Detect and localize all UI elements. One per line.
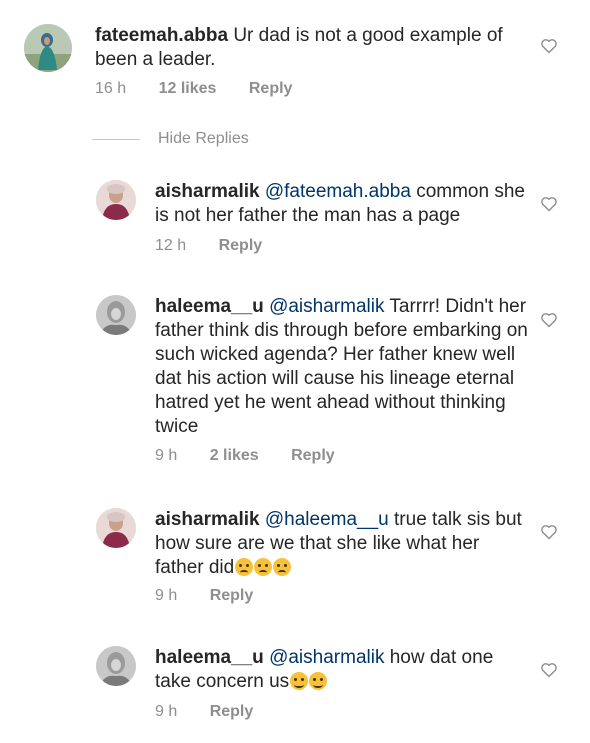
heart-outline-icon[interactable]	[540, 196, 558, 212]
comment-body: aisharmalik @haleema__u true talk sis bu…	[155, 508, 525, 580]
heart-outline-icon[interactable]	[540, 38, 558, 54]
heart-outline-icon[interactable]	[540, 524, 558, 540]
comment-mention[interactable]: @aisharmalik	[269, 647, 384, 668]
reply-button[interactable]: Reply	[219, 237, 263, 254]
reply-aisharmalik-2: aisharmalik @haleema__u true talk sis bu…	[0, 498, 590, 618]
comment-meta: 9 h 2 likes Reply	[155, 447, 363, 465]
crying-face-emoji-icon	[235, 558, 254, 576]
comment-meta: 9 h Reply	[155, 703, 281, 721]
avatar[interactable]	[96, 180, 136, 220]
comment-username[interactable]: fateemah.abba	[95, 25, 228, 46]
comment-username[interactable]: haleema__u	[155, 647, 264, 668]
comment-body: haleema__u @aisharmalik how dat one take…	[155, 646, 525, 694]
reply-haleema-2: haleema__u @aisharmalik how dat one take…	[0, 636, 590, 736]
comment-likes[interactable]: 2 likes	[210, 447, 259, 464]
comment-username[interactable]: haleema__u	[155, 296, 264, 317]
comment-meta: 9 h Reply	[155, 587, 281, 605]
avatar[interactable]	[96, 646, 136, 686]
comment-body: aisharmalik @fateemah.abba common she is…	[155, 180, 525, 228]
comment-likes[interactable]: 12 likes	[159, 80, 217, 97]
avatar[interactable]	[96, 295, 136, 335]
comment-mention[interactable]: @haleema__u	[265, 509, 389, 530]
comment-fateemah: fateemah.abba Ur dad is not a good examp…	[0, 0, 590, 110]
crying-face-emoji-icon	[254, 558, 273, 576]
comment-time: 16 h	[95, 80, 127, 97]
comment-text: Tarrrr! Didn't her father think dis thro…	[155, 296, 528, 437]
profile-avatar-grayscale-icon	[96, 646, 136, 686]
comment-mention[interactable]: @aisharmalik	[269, 296, 384, 317]
reply-button[interactable]: Reply	[249, 80, 293, 97]
grinning-face-emoji-icon	[309, 672, 328, 690]
profile-avatar-hijab-icon	[24, 24, 72, 72]
profile-avatar-icon	[96, 508, 136, 548]
reply-aisharmalik-1: aisharmalik @fateemah.abba common she is…	[0, 170, 590, 270]
profile-avatar-icon	[96, 180, 136, 220]
crying-face-emoji-icon	[273, 558, 292, 576]
heart-outline-icon[interactable]	[540, 312, 558, 328]
comment-body: haleema__u @aisharmalik Tarrrr! Didn't h…	[155, 295, 535, 439]
reply-button[interactable]: Reply	[210, 703, 254, 720]
hide-replies-toggle[interactable]: Hide Replies	[92, 128, 249, 150]
reply-haleema-1: haleema__u @aisharmalik Tarrrr! Didn't h…	[0, 285, 590, 485]
hide-replies-label: Hide Replies	[158, 130, 249, 147]
heart-outline-icon[interactable]	[540, 662, 558, 678]
comment-meta: 16 h 12 likes Reply	[95, 80, 320, 98]
comment-time: 12 h	[155, 237, 187, 254]
grinning-face-emoji-icon	[290, 672, 309, 690]
comment-username[interactable]: aisharmalik	[155, 509, 260, 530]
comment-mention[interactable]: @fateemah.abba	[265, 181, 411, 202]
comment-time: 9 h	[155, 447, 178, 464]
reply-button[interactable]: Reply	[210, 587, 254, 604]
comment-time: 9 h	[155, 587, 178, 604]
comment-username[interactable]: aisharmalik	[155, 181, 260, 202]
divider-line	[92, 138, 140, 140]
avatar[interactable]	[96, 508, 136, 548]
reply-button[interactable]: Reply	[291, 447, 335, 464]
comment-body: fateemah.abba Ur dad is not a good examp…	[95, 24, 525, 72]
comment-time: 9 h	[155, 703, 178, 720]
comment-meta: 12 h Reply	[155, 237, 290, 255]
profile-avatar-grayscale-icon	[96, 295, 136, 335]
avatar[interactable]	[24, 24, 72, 72]
